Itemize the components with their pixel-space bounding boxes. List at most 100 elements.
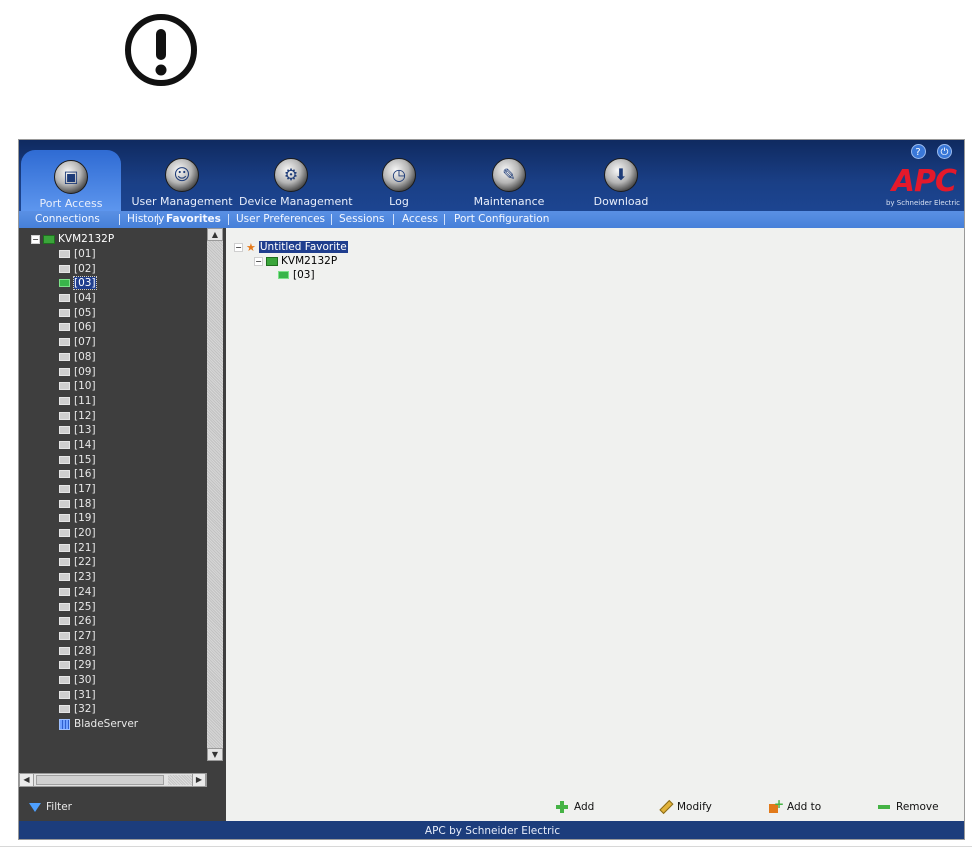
port-list-item[interactable]: [20] xyxy=(59,526,138,541)
port-list-item[interactable]: [16] xyxy=(59,467,138,482)
port-list-item[interactable]: [27] xyxy=(59,629,138,644)
port-list-item[interactable]: [21] xyxy=(59,541,138,556)
port-label: [03] xyxy=(73,276,97,291)
port-list-item[interactable]: [25] xyxy=(59,600,138,615)
port-list-item[interactable]: [01] xyxy=(59,247,138,262)
port-label: [24] xyxy=(74,585,96,598)
port-list-item[interactable]: [32] xyxy=(59,702,138,717)
subnav-favorites[interactable]: Favorites xyxy=(166,213,221,225)
port-label: [19] xyxy=(74,512,96,525)
port-list-item[interactable]: [29] xyxy=(59,658,138,673)
plus-icon xyxy=(556,801,568,813)
monitor-icon xyxy=(59,382,70,391)
port-label: [04] xyxy=(74,292,96,305)
modify-button[interactable]: Modify xyxy=(659,800,712,813)
blade-server-label: BladeServer xyxy=(74,718,139,730)
port-label: [18] xyxy=(74,497,96,510)
port-label: [30] xyxy=(74,673,96,686)
port-label: [06] xyxy=(74,321,96,334)
port-list-item[interactable]: [07] xyxy=(59,335,138,350)
port-list-item[interactable]: [18] xyxy=(59,497,138,512)
subnav-connections[interactable]: Connections xyxy=(35,213,100,225)
port-list-item[interactable]: [11] xyxy=(59,394,138,409)
add-to-button[interactable]: Add to xyxy=(769,797,821,813)
nav-tab-log[interactable]: ◷ Log xyxy=(369,148,429,208)
monitor-icon xyxy=(59,294,70,303)
vertical-scrollbar[interactable]: ▲ ▼ xyxy=(207,228,223,761)
port-label: [02] xyxy=(74,262,96,275)
kvm-switch-icon xyxy=(43,234,55,244)
subnav-user-preferences[interactable]: User Preferences xyxy=(236,213,325,225)
tree-root-node[interactable]: − KVM2132P xyxy=(31,232,114,245)
port-list-item[interactable]: [22] xyxy=(59,555,138,570)
port-label: [28] xyxy=(74,644,96,657)
port-label: [14] xyxy=(74,438,96,451)
port-list-item[interactable]: [19] xyxy=(59,511,138,526)
monitor-icon xyxy=(59,470,70,479)
nav-tab-port-access[interactable]: ▣ Port Access xyxy=(21,150,121,211)
monitor-icon xyxy=(59,396,70,405)
port-list-item[interactable]: [09] xyxy=(59,365,138,380)
port-list-item[interactable]: [23] xyxy=(59,570,138,585)
port-list-item[interactable]: [06] xyxy=(59,320,138,335)
subnav-access[interactable]: Access xyxy=(402,213,438,225)
remove-button[interactable]: Remove xyxy=(878,800,939,813)
monitor-icon xyxy=(59,514,70,523)
nav-tab-user-management[interactable]: ☺ User Management xyxy=(131,148,233,208)
port-list-item[interactable]: [10] xyxy=(59,379,138,394)
horizontal-scrollbar[interactable]: ◀ ▶ xyxy=(19,773,207,787)
nav-tab-download[interactable]: ⬇ Download xyxy=(584,148,658,208)
collapse-icon[interactable]: − xyxy=(31,234,40,244)
scroll-down-icon[interactable]: ▼ xyxy=(207,748,223,761)
port-list-item[interactable]: [24] xyxy=(59,585,138,600)
port-list-item[interactable]: [17] xyxy=(59,482,138,497)
nav-tab-device-management[interactable]: ⚙ Device Management xyxy=(239,148,353,208)
logo-subtext: by Schneider Electric xyxy=(885,199,960,207)
scroll-thumb[interactable] xyxy=(36,775,164,785)
port-list-item[interactable]: [12] xyxy=(59,409,138,424)
port-list-item[interactable]: [05] xyxy=(59,306,138,321)
collapse-icon[interactable]: − xyxy=(254,256,263,266)
apc-logo: APC by Schneider Electric xyxy=(876,164,962,208)
subnav-divider xyxy=(228,214,229,225)
port-list-item[interactable]: [03] xyxy=(59,276,138,291)
port-list-item[interactable]: [28] xyxy=(59,644,138,659)
port-list-item[interactable]: [02] xyxy=(59,262,138,277)
filter-button[interactable]: Filter xyxy=(29,800,72,813)
subnav-divider xyxy=(444,214,445,225)
port-label: [32] xyxy=(74,703,96,716)
monitor-icon xyxy=(59,323,70,332)
star-icon: ★ xyxy=(246,240,256,254)
nav-tab-maintenance[interactable]: ✎ Maintenance xyxy=(469,148,549,208)
add-button[interactable]: Add xyxy=(556,800,594,813)
subnav-port-configuration[interactable]: Port Configuration xyxy=(454,213,549,225)
subnav-divider xyxy=(393,214,394,225)
port-list-item[interactable]: [13] xyxy=(59,423,138,438)
favorite-device-node[interactable]: − KVM2132P xyxy=(234,254,348,268)
monitor-icon xyxy=(59,250,70,258)
port-label: [27] xyxy=(74,629,96,642)
scroll-left-icon[interactable]: ◀ xyxy=(20,774,34,786)
favorite-port-node[interactable]: [03] xyxy=(234,268,348,282)
monitor-icon xyxy=(278,271,289,279)
favorite-group-node[interactable]: − ★ Untitled Favorite xyxy=(234,240,348,254)
port-list-item[interactable]: [31] xyxy=(59,688,138,703)
subnav-sessions[interactable]: Sessions xyxy=(339,213,385,225)
subnav-history[interactable]: History xyxy=(127,213,164,225)
port-list-item[interactable]: [30] xyxy=(59,673,138,688)
collapse-icon[interactable]: − xyxy=(234,242,243,252)
port-list-item[interactable]: [26] xyxy=(59,614,138,629)
port-access-icon: ▣ xyxy=(54,160,88,194)
blade-server-item[interactable]: BladeServer xyxy=(59,717,138,732)
top-navigation-bar: ▣ Port Access ☺ User Management ⚙ Device… xyxy=(19,140,964,211)
port-list-item[interactable]: [08] xyxy=(59,350,138,365)
port-list-item[interactable]: [15] xyxy=(59,453,138,468)
scroll-up-icon[interactable]: ▲ xyxy=(207,228,223,241)
logo-text: APC xyxy=(891,164,957,199)
port-list-item[interactable]: [04] xyxy=(59,291,138,306)
monitor-icon xyxy=(59,705,70,714)
help-icon[interactable]: ? xyxy=(910,144,926,159)
scroll-right-icon[interactable]: ▶ xyxy=(192,774,206,786)
port-list-item[interactable]: [14] xyxy=(59,438,138,453)
logout-icon[interactable]: ⏻ xyxy=(937,144,952,159)
